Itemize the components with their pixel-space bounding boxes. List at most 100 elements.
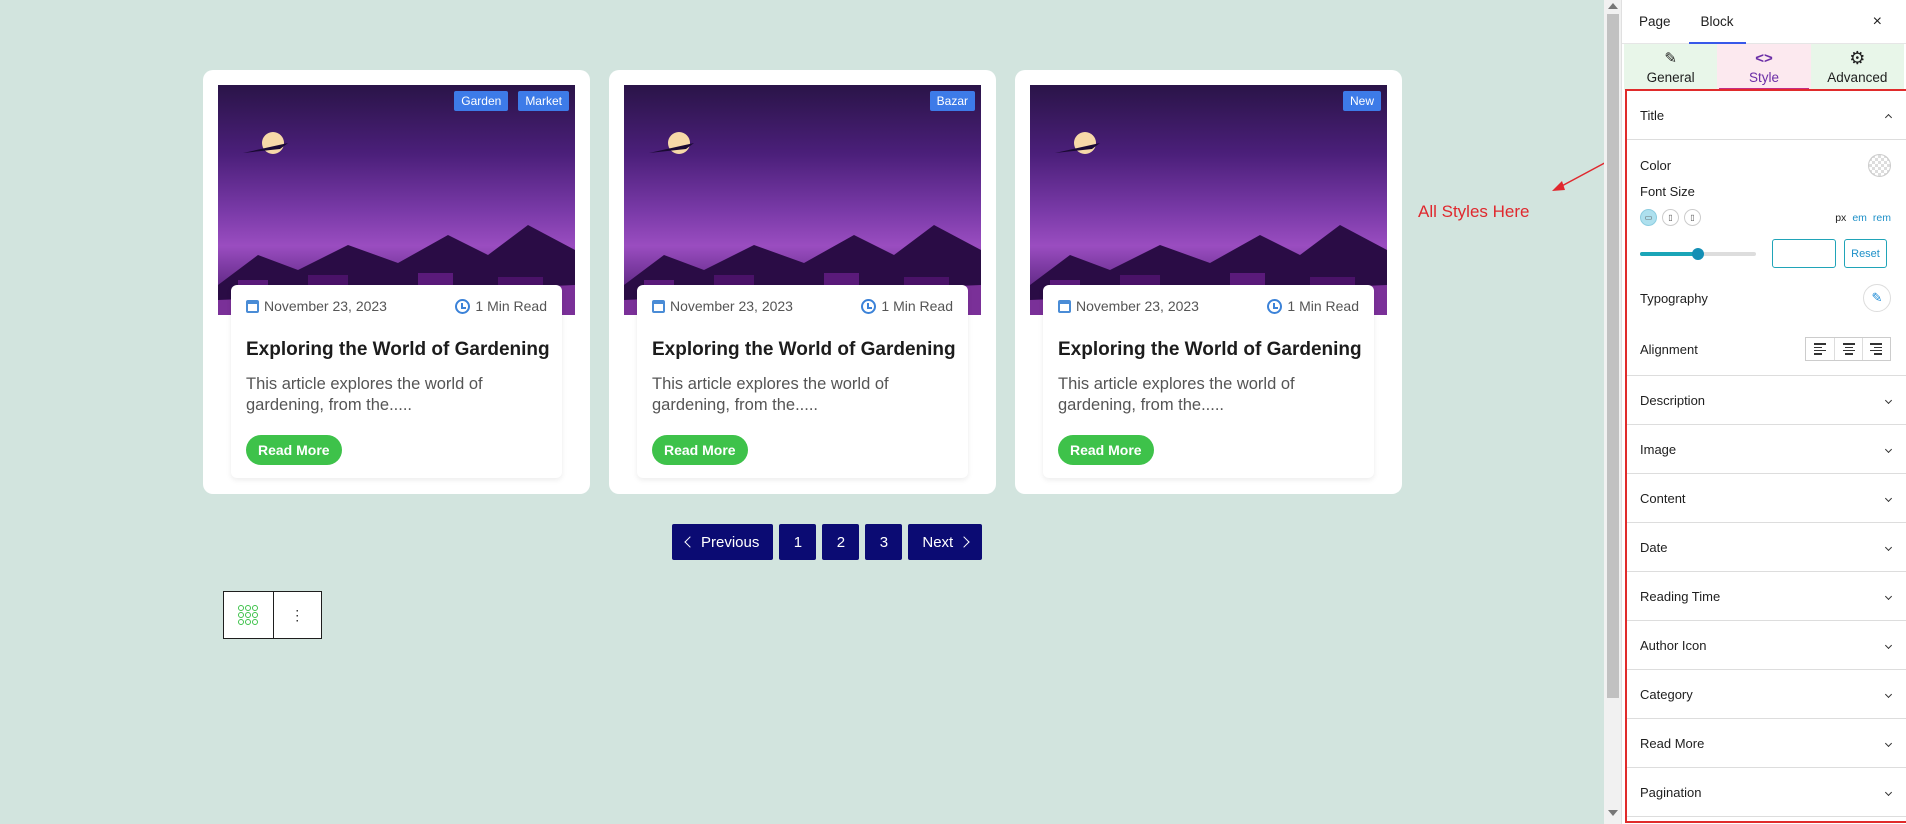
clock-icon — [455, 298, 471, 314]
reset-button[interactable]: Reset — [1844, 239, 1887, 268]
chevron-down-icon — [1884, 396, 1893, 404]
pagination: Previous 1 2 3 Next — [672, 524, 983, 560]
section-label: Content — [1640, 490, 1686, 506]
vertical-ellipsis-icon: ⋮ — [290, 607, 305, 623]
post-excerpt: This article explores the world of garde… — [1058, 375, 1295, 414]
tab-general-label: General — [1646, 70, 1695, 85]
block-toolbar: ⋮ — [223, 591, 322, 639]
next-label: Next — [922, 533, 954, 551]
editor-canvas: Garden Market November 23, 2023 1 Min Re… — [0, 0, 1621, 824]
category-badge[interactable]: Garden — [454, 91, 509, 111]
style-settings-panel: Title Color Font Size ▭ ▯ ▯ px em rem Re… — [1625, 89, 1906, 823]
section-label: Read More — [1640, 735, 1705, 751]
chevron-down-icon — [1884, 592, 1893, 600]
section-label: Image — [1640, 441, 1677, 457]
unit-px[interactable]: px — [1835, 212, 1846, 224]
align-left-icon[interactable] — [1806, 338, 1834, 360]
font-size-input[interactable] — [1772, 239, 1836, 268]
section-date-toggle[interactable]: Date — [1627, 523, 1906, 572]
tab-page[interactable]: Page — [1639, 0, 1671, 44]
unit-em[interactable]: em — [1852, 212, 1867, 224]
post-date: November 23, 2023 — [246, 298, 387, 314]
calendar-icon — [1058, 299, 1071, 313]
post-read-time: 1 Min Read — [861, 298, 953, 314]
post-image: Garden Market — [218, 85, 575, 315]
post-date-text: November 23, 2023 — [670, 298, 793, 314]
unit-rem[interactable]: rem — [1873, 212, 1891, 224]
post-card: Bazar November 23, 2023 1 Min Read Explo… — [609, 70, 996, 494]
section-description-toggle[interactable]: Description — [1627, 376, 1906, 425]
gear-icon: ⚙ — [1849, 47, 1866, 68]
annotation-label: All Styles Here — [1418, 202, 1530, 221]
section-reading-time-toggle[interactable]: Reading Time — [1627, 572, 1906, 621]
pencil-icon: ✎ — [1664, 50, 1677, 67]
section-category-toggle[interactable]: Category — [1627, 670, 1906, 719]
previous-label: Previous — [701, 533, 760, 551]
section-read-more-toggle[interactable]: Read More — [1627, 719, 1906, 768]
post-title[interactable]: Exploring the World of Gardening — [246, 338, 550, 362]
next-page-button[interactable]: Next — [908, 524, 983, 560]
sidebar-tabs: Page Block × — [1622, 0, 1906, 44]
slider-handle[interactable] — [1692, 247, 1704, 260]
section-title-label: Title — [1640, 107, 1665, 123]
calendar-icon — [246, 299, 259, 313]
post-content: November 23, 2023 1 Min Read Exploring t… — [231, 285, 562, 478]
title-section-body: Color Font Size ▭ ▯ ▯ px em rem Reset Ty… — [1627, 140, 1906, 376]
font-size-label: Font Size — [1640, 184, 1695, 199]
close-icon[interactable]: × — [1873, 13, 1882, 31]
pencil-icon: ✎ — [1871, 290, 1883, 305]
read-more-button[interactable]: Read More — [652, 435, 748, 465]
settings-sidebar: Page Block × ✎ General <> Style ⚙ Advanc… — [1621, 0, 1906, 824]
section-image-toggle[interactable]: Image — [1627, 425, 1906, 474]
mobile-icon[interactable]: ▯ — [1684, 209, 1701, 226]
read-more-button[interactable]: Read More — [1058, 435, 1154, 465]
section-pagination-toggle[interactable]: Pagination — [1627, 768, 1906, 817]
previous-page-button[interactable]: Previous — [672, 524, 774, 560]
post-content: November 23, 2023 1 Min Read Exploring t… — [637, 285, 968, 478]
post-content: November 23, 2023 1 Min Read Exploring t… — [1043, 285, 1374, 478]
post-title[interactable]: Exploring the World of Gardening — [652, 338, 956, 362]
tab-advanced-label: Advanced — [1827, 70, 1888, 85]
color-picker[interactable] — [1868, 154, 1891, 177]
page-button-1[interactable]: 1 — [779, 524, 817, 560]
section-content-toggle[interactable]: Content — [1627, 474, 1906, 523]
scroll-up-arrow-icon[interactable] — [1608, 3, 1618, 9]
chevron-down-icon — [1884, 543, 1893, 551]
read-time-text: 1 Min Read — [881, 298, 953, 314]
scrollbar-thumb[interactable] — [1607, 14, 1619, 698]
post-date: November 23, 2023 — [652, 298, 793, 314]
page-button-2[interactable]: 2 — [822, 524, 860, 560]
font-size-slider[interactable] — [1640, 247, 1756, 260]
post-excerpt: This article explores the world of garde… — [246, 375, 483, 414]
align-center-icon[interactable] — [1834, 338, 1862, 360]
post-date-text: November 23, 2023 — [1076, 298, 1199, 314]
category-badge[interactable]: Bazar — [929, 91, 975, 111]
section-label: Date — [1640, 539, 1668, 555]
section-label: Author Icon — [1640, 637, 1707, 653]
clock-icon — [861, 298, 877, 314]
desktop-icon[interactable]: ▭ — [1640, 209, 1657, 226]
post-card: New November 23, 2023 1 Min Read Explori… — [1015, 70, 1402, 494]
block-type-button[interactable] — [224, 592, 273, 638]
tablet-icon[interactable]: ▯ — [1662, 209, 1679, 226]
tab-advanced[interactable]: ⚙ Advanced — [1810, 44, 1904, 90]
section-title-toggle[interactable]: Title — [1627, 91, 1906, 140]
category-badge[interactable]: Market — [518, 91, 569, 111]
tab-block[interactable]: Block — [1688, 0, 1746, 44]
block-options-button[interactable]: ⋮ — [272, 592, 322, 638]
page-button-3[interactable]: 3 — [865, 524, 903, 560]
align-right-icon[interactable] — [1862, 338, 1890, 360]
scroll-down-arrow-icon[interactable] — [1608, 810, 1618, 816]
tab-style[interactable]: <> Style — [1717, 44, 1811, 90]
read-time-text: 1 Min Read — [475, 298, 547, 314]
read-time-text: 1 Min Read — [1287, 298, 1359, 314]
chevron-down-icon — [1884, 690, 1893, 698]
tab-general[interactable]: ✎ General — [1624, 44, 1718, 90]
section-author-icon-toggle[interactable]: Author Icon — [1627, 621, 1906, 670]
read-more-button[interactable]: Read More — [246, 435, 342, 465]
post-read-time: 1 Min Read — [1267, 298, 1359, 314]
chevron-down-icon — [1884, 739, 1893, 747]
typography-edit-button[interactable]: ✎ — [1863, 284, 1891, 312]
post-title[interactable]: Exploring the World of Gardening — [1058, 338, 1362, 362]
category-badge[interactable]: New — [1342, 91, 1381, 111]
